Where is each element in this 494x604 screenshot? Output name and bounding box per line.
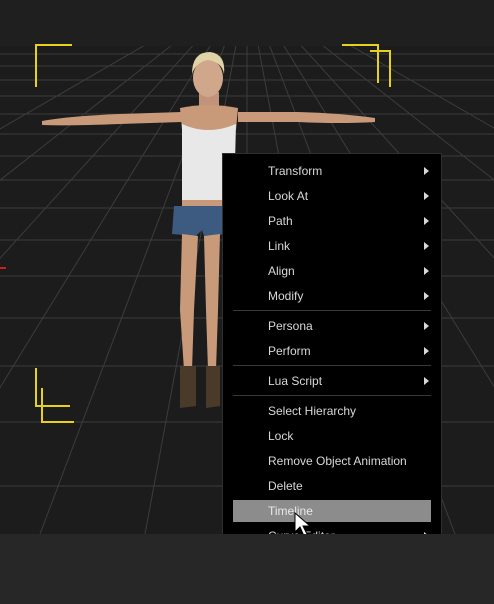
menu-item-label: Perform <box>268 344 311 358</box>
submenu-arrow-icon <box>424 347 429 355</box>
menu-separator <box>233 310 431 311</box>
submenu-arrow-icon <box>424 217 429 225</box>
menu-item-remove-object-animation[interactable]: Remove Object Animation <box>233 450 431 472</box>
menu-item-align[interactable]: Align <box>233 260 431 282</box>
submenu-arrow-icon <box>424 292 429 300</box>
menu-item-label: Select Hierarchy <box>268 404 357 418</box>
menu-item-link[interactable]: Link <box>233 235 431 257</box>
menu-item-label: Transform <box>268 164 323 178</box>
menu-item-modify[interactable]: Modify <box>233 285 431 307</box>
context-menu: Transform Look At Path Link Align Modify… <box>222 153 442 551</box>
menu-item-label: Modify <box>268 289 304 303</box>
top-toolbar-area <box>0 0 494 46</box>
submenu-arrow-icon <box>424 377 429 385</box>
menu-item-label: Delete <box>268 479 303 493</box>
menu-separator <box>233 395 431 396</box>
menu-item-label: Path <box>268 214 293 228</box>
submenu-arrow-icon <box>424 242 429 250</box>
menu-item-label: Align <box>268 264 295 278</box>
menu-item-timeline[interactable]: Timeline <box>233 500 431 522</box>
menu-item-transform[interactable]: Transform <box>233 160 431 182</box>
menu-item-label: Lua Script <box>268 374 323 388</box>
menu-item-persona[interactable]: Persona <box>233 315 431 337</box>
submenu-arrow-icon <box>424 167 429 175</box>
menu-item-lua-script[interactable]: Lua Script <box>233 370 431 392</box>
menu-item-path[interactable]: Path <box>233 210 431 232</box>
submenu-arrow-icon <box>424 322 429 330</box>
submenu-arrow-icon <box>424 267 429 275</box>
bottom-panel <box>0 534 494 604</box>
menu-item-label: Look At <box>268 189 309 203</box>
menu-item-label: Link <box>268 239 291 253</box>
menu-separator <box>233 365 431 366</box>
menu-item-delete[interactable]: Delete <box>233 475 431 497</box>
menu-item-select-hierarchy[interactable]: Select Hierarchy <box>233 400 431 422</box>
menu-item-look-at[interactable]: Look At <box>233 185 431 207</box>
submenu-arrow-icon <box>424 192 429 200</box>
menu-item-label: Lock <box>268 429 294 443</box>
menu-item-label: Remove Object Animation <box>268 454 407 468</box>
menu-item-perform[interactable]: Perform <box>233 340 431 362</box>
menu-item-label: Persona <box>268 319 313 333</box>
menu-item-lock[interactable]: Lock <box>233 425 431 447</box>
